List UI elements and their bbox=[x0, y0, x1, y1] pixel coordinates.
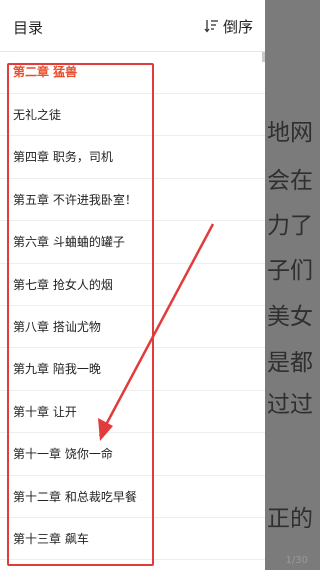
reader-line: 美女 bbox=[267, 304, 313, 330]
reader-line: 过过 bbox=[267, 392, 313, 418]
toc-drawer: 目录 倒序 第二章 猛兽 无礼之徒 第四章 职务，司机 第五章 不许进我卧室！ 第六章 … bbox=[0, 0, 265, 570]
reader-line: 子们 bbox=[267, 258, 313, 284]
sort-order-label: 倒序 bbox=[222, 17, 253, 36]
chapter-item[interactable]: 第四章 职务，司机 bbox=[0, 136, 265, 179]
chapter-item[interactable]: 第十一章 饶你一命 bbox=[0, 433, 265, 476]
page-indicator: 1/30 bbox=[285, 555, 308, 566]
chapter-item[interactable]: 第十三章 飙车 bbox=[0, 518, 265, 561]
reader-line: 地网 bbox=[267, 120, 313, 146]
chapter-list: 第二章 猛兽 无礼之徒 第四章 职务，司机 第五章 不许进我卧室！ 第六章 斗蛐蛐的罐子… bbox=[0, 52, 265, 561]
reader-line: 是都 bbox=[267, 350, 313, 376]
sort-order-button[interactable]: 倒序 bbox=[204, 15, 253, 37]
chapter-item[interactable]: 第九章 陪我一晚 bbox=[0, 348, 265, 391]
chapter-item-current[interactable]: 第二章 猛兽 bbox=[0, 52, 265, 94]
chapter-item[interactable]: 第八章 搭讪尤物 bbox=[0, 306, 265, 349]
reader-line: 正的 bbox=[267, 506, 313, 532]
reader-line: 会在 bbox=[267, 168, 313, 194]
toc-title: 目录 bbox=[13, 19, 44, 37]
chapter-item[interactable]: 第六章 斗蛐蛐的罐子 bbox=[0, 221, 265, 264]
reader-background: 地网会在力了子们美女是都过过正的 1/30 bbox=[265, 0, 320, 570]
reader-line: 力了 bbox=[267, 213, 313, 239]
chapter-item[interactable]: 第十章 让开 bbox=[0, 391, 265, 434]
chapter-item[interactable]: 第七章 抢女人的烟 bbox=[0, 264, 265, 306]
chapter-item[interactable]: 第五章 不许进我卧室！ bbox=[0, 179, 265, 222]
chapter-item[interactable]: 第十二章 和总裁吃早餐 bbox=[0, 476, 265, 518]
sort-descending-icon bbox=[204, 20, 218, 33]
toc-header: 目录 倒序 bbox=[0, 0, 265, 52]
chapter-item[interactable]: 无礼之徒 bbox=[0, 94, 265, 137]
